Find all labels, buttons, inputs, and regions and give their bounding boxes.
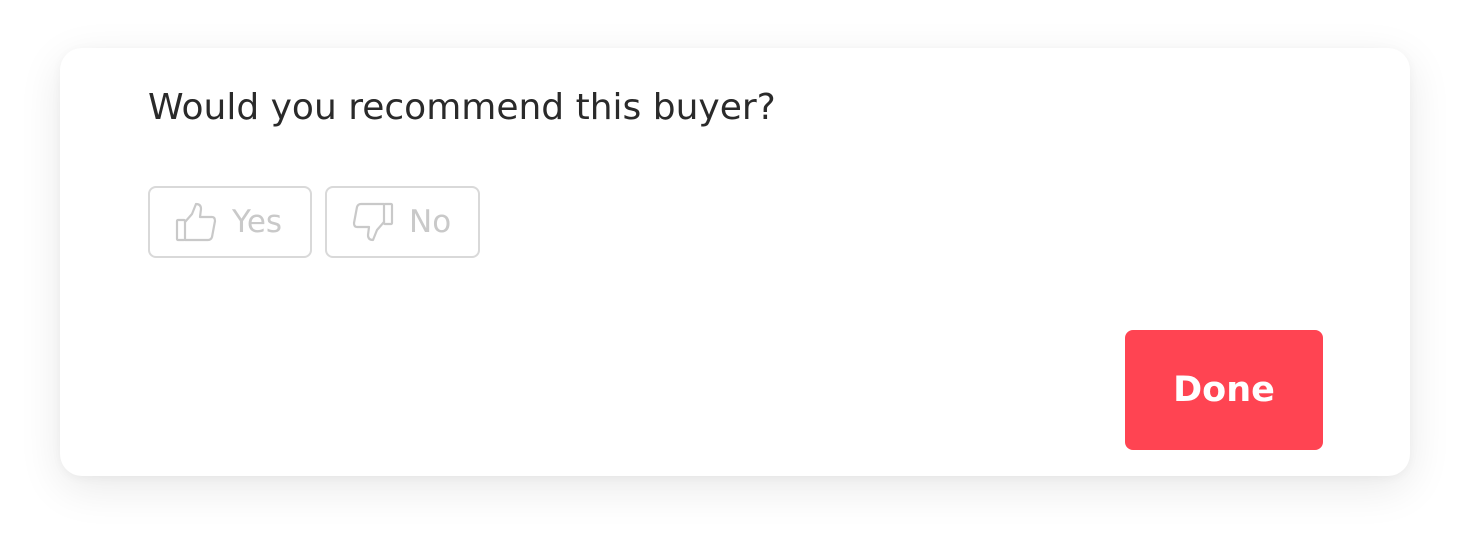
recommend-options: Yes No bbox=[148, 186, 480, 258]
thumbs-up-icon bbox=[174, 200, 218, 244]
yes-button[interactable]: Yes bbox=[148, 186, 312, 258]
no-label: No bbox=[409, 204, 452, 240]
recommend-dialog: Would you recommend this buyer? Yes No D… bbox=[60, 48, 1410, 476]
recommend-question: Would you recommend this buyer? bbox=[148, 87, 776, 128]
yes-label: Yes bbox=[232, 204, 283, 240]
no-button[interactable]: No bbox=[325, 186, 480, 258]
thumbs-down-icon bbox=[351, 200, 395, 244]
done-button[interactable]: Done bbox=[1125, 330, 1323, 450]
